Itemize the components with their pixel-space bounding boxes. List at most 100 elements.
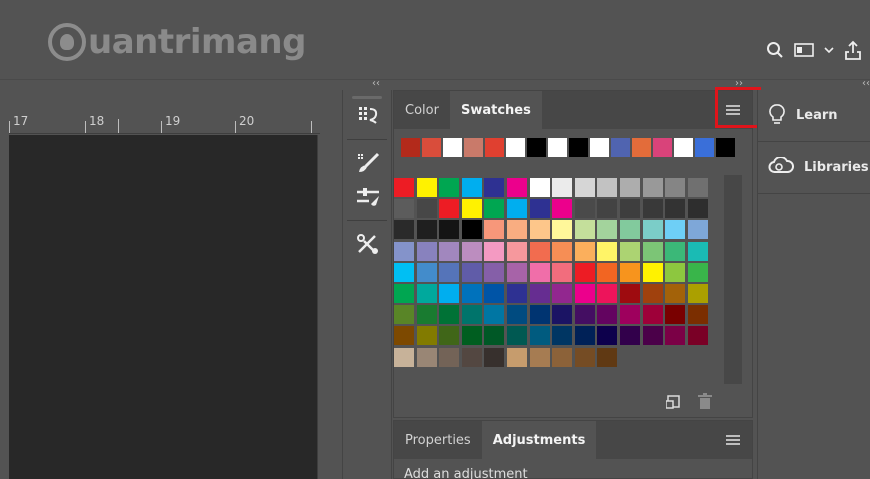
color-swatch[interactable] (597, 347, 618, 367)
color-swatch[interactable] (506, 241, 527, 261)
color-swatch[interactable] (506, 283, 527, 303)
color-swatch[interactable] (416, 305, 437, 325)
color-swatch[interactable] (619, 283, 640, 303)
color-swatch[interactable] (597, 220, 618, 240)
color-swatch[interactable] (574, 283, 595, 303)
color-swatch[interactable] (416, 199, 437, 219)
color-swatch[interactable] (574, 241, 595, 261)
adjust-brush-icon[interactable] (343, 180, 393, 214)
recent-swatch[interactable] (464, 138, 483, 157)
swatch-scrollbar[interactable] (724, 175, 742, 384)
color-swatch[interactable] (439, 199, 460, 219)
color-swatch[interactable] (506, 178, 527, 197)
color-swatch[interactable] (619, 326, 640, 346)
color-swatch[interactable] (597, 305, 618, 325)
color-swatch[interactable] (529, 305, 550, 325)
color-swatch[interactable] (484, 326, 505, 346)
color-swatch[interactable] (665, 326, 686, 346)
color-swatch[interactable] (642, 326, 663, 346)
color-swatch[interactable] (642, 220, 663, 240)
color-swatch[interactable] (665, 241, 686, 261)
recent-swatch[interactable] (569, 138, 588, 157)
color-swatch[interactable] (484, 347, 505, 367)
recent-swatch[interactable] (632, 138, 651, 157)
color-swatch[interactable] (461, 305, 482, 325)
color-swatch[interactable] (461, 262, 482, 282)
tab-adjustments[interactable]: Adjustments (481, 421, 597, 459)
recent-swatch[interactable] (443, 138, 462, 157)
color-swatch[interactable] (619, 262, 640, 282)
recent-swatch[interactable] (527, 138, 546, 157)
color-swatch[interactable] (687, 178, 708, 197)
color-swatch[interactable] (394, 347, 414, 367)
color-swatch[interactable] (552, 262, 573, 282)
color-swatch[interactable] (642, 178, 663, 197)
color-swatch[interactable] (597, 262, 618, 282)
color-swatch[interactable] (416, 262, 437, 282)
color-swatch[interactable] (642, 305, 663, 325)
color-swatch[interactable] (439, 241, 460, 261)
color-swatch[interactable] (642, 262, 663, 282)
recent-swatch[interactable] (485, 138, 504, 157)
color-swatch[interactable] (439, 305, 460, 325)
recent-swatch[interactable] (695, 138, 714, 157)
color-swatch[interactable] (687, 326, 708, 346)
tab-swatches[interactable]: Swatches (449, 91, 542, 129)
brush-icon[interactable] (343, 146, 393, 180)
color-swatch[interactable] (552, 220, 573, 240)
color-swatch[interactable] (529, 199, 550, 219)
brush-settings-icon[interactable] (343, 99, 393, 133)
color-swatch[interactable] (642, 241, 663, 261)
color-swatch[interactable] (552, 326, 573, 346)
color-swatch[interactable] (529, 347, 550, 367)
color-swatch[interactable] (461, 347, 482, 367)
color-swatch[interactable] (394, 326, 414, 346)
color-swatch[interactable] (574, 220, 595, 240)
color-swatch[interactable] (506, 262, 527, 282)
color-swatch[interactable] (665, 283, 686, 303)
color-swatch[interactable] (506, 220, 527, 240)
color-swatch[interactable] (665, 262, 686, 282)
color-swatch[interactable] (416, 220, 437, 240)
color-swatch[interactable] (506, 199, 527, 219)
color-swatch[interactable] (529, 241, 550, 261)
color-swatch[interactable] (484, 305, 505, 325)
trash-icon[interactable] (698, 393, 712, 413)
color-swatch[interactable] (461, 178, 482, 197)
recent-swatch[interactable] (611, 138, 630, 157)
color-swatch[interactable] (552, 241, 573, 261)
color-swatch[interactable] (597, 199, 618, 219)
color-swatch[interactable] (394, 199, 414, 219)
color-swatch[interactable] (665, 199, 686, 219)
color-swatch[interactable] (416, 178, 437, 197)
color-swatch[interactable] (439, 283, 460, 303)
color-swatch[interactable] (552, 178, 573, 197)
color-swatch[interactable] (574, 199, 595, 219)
color-swatch[interactable] (484, 220, 505, 240)
color-swatch[interactable] (394, 305, 414, 325)
color-swatch[interactable] (506, 305, 527, 325)
color-swatch[interactable] (484, 262, 505, 282)
color-swatch[interactable] (687, 262, 708, 282)
color-swatch[interactable] (619, 241, 640, 261)
recent-swatch[interactable] (716, 138, 735, 157)
color-swatch[interactable] (529, 283, 550, 303)
color-swatch[interactable] (529, 220, 550, 240)
libraries-panel-button[interactable]: Libraries (758, 142, 870, 194)
color-swatch[interactable] (529, 326, 550, 346)
color-swatch[interactable] (552, 305, 573, 325)
color-swatch[interactable] (574, 178, 595, 197)
color-swatch[interactable] (574, 262, 595, 282)
learn-panel-button[interactable]: Learn (758, 90, 870, 142)
color-swatch[interactable] (642, 283, 663, 303)
search-icon[interactable] (766, 41, 784, 59)
tab-color[interactable]: Color (394, 91, 450, 129)
color-swatch[interactable] (665, 178, 686, 197)
color-swatch[interactable] (574, 305, 595, 325)
chevron-down-icon[interactable] (824, 46, 834, 54)
color-swatch[interactable] (484, 283, 505, 303)
recent-swatch[interactable] (674, 138, 693, 157)
color-swatch[interactable] (461, 283, 482, 303)
tools-icon[interactable] (343, 227, 393, 261)
color-swatch[interactable] (484, 241, 505, 261)
